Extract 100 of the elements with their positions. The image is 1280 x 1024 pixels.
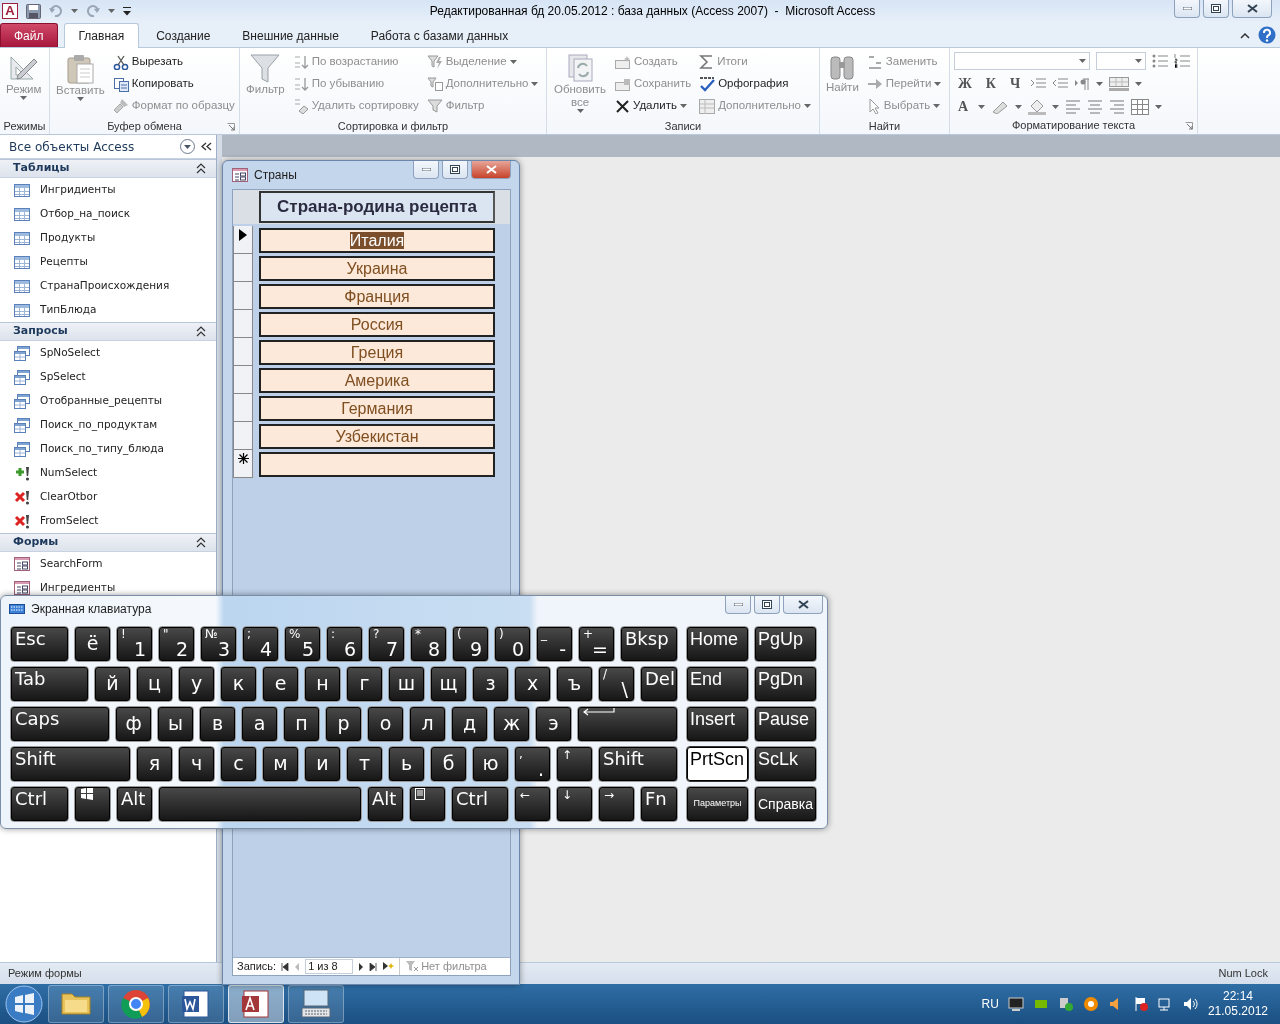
restore-button[interactable] [1203, 0, 1229, 18]
taskbar-app-button[interactable] [108, 985, 164, 1023]
key[interactable]: Tab [10, 666, 89, 702]
text-field[interactable] [259, 451, 495, 477]
key[interactable]: ь [388, 746, 425, 782]
text-field[interactable]: Франция [259, 283, 495, 309]
nav-item[interactable]: Поиск_по_продуктам [0, 413, 216, 437]
key[interactable]: Справка [754, 786, 817, 822]
nav-item[interactable]: FromSelect [0, 509, 216, 533]
fill-bucket-icon[interactable] [1028, 99, 1047, 115]
gridlines-icon[interactable] [1109, 77, 1130, 91]
double-chevron-up-icon[interactable] [196, 326, 206, 337]
key[interactable]: → [598, 786, 635, 822]
ribbon-tab[interactable]: Создание [141, 23, 226, 47]
indent-increase-icon[interactable] [1030, 78, 1047, 90]
nav-item[interactable]: SpNoSelect [0, 341, 216, 365]
key[interactable]: _ - [536, 626, 573, 662]
text-field[interactable]: Украина [259, 255, 495, 281]
close-button[interactable] [783, 596, 823, 614]
key[interactable]: у [178, 666, 215, 702]
clock-date[interactable]: 21.05.2012 [1207, 1004, 1268, 1019]
paragraph-direction-icon[interactable] [1074, 78, 1091, 90]
key[interactable]: Bksp [620, 626, 678, 662]
font-name-field[interactable] [954, 52, 1090, 70]
key[interactable]: Fn [640, 786, 678, 822]
menu-key[interactable] [409, 786, 446, 822]
key[interactable]: г [346, 666, 383, 702]
file-tab[interactable]: Файл [0, 23, 58, 47]
key[interactable]: й [94, 666, 131, 702]
enter-key[interactable] [577, 706, 678, 742]
restore-button[interactable] [442, 161, 468, 179]
new-record-nav-icon[interactable] [382, 962, 395, 971]
start-orb-icon[interactable] [4, 985, 44, 1023]
key[interactable]: ( 9 [452, 626, 489, 662]
display-icon[interactable] [1007, 996, 1024, 1012]
key[interactable]: PgUp [754, 626, 817, 662]
key[interactable]: End [686, 666, 749, 702]
key[interactable]: ↓ [556, 786, 593, 822]
key[interactable]: с [220, 746, 257, 782]
nav-item[interactable]: NumSelect [0, 461, 216, 485]
key[interactable]: ъ [556, 666, 593, 702]
key[interactable]: е [262, 666, 299, 702]
key[interactable]: + = [578, 626, 615, 662]
nav-item[interactable]: SpSelect [0, 365, 216, 389]
text-field[interactable]: Греция [259, 339, 495, 365]
key[interactable]: м [262, 746, 299, 782]
dialog-launcher-icon[interactable] [1185, 122, 1193, 130]
key[interactable]: и [304, 746, 341, 782]
command-button[interactable]: Копировать [110, 73, 237, 95]
key[interactable]: Insert [686, 706, 749, 742]
key[interactable]: х [514, 666, 551, 702]
key[interactable]: " 2 [158, 626, 195, 662]
format-letter-button[interactable]: Ч [1006, 75, 1025, 93]
key[interactable]: ) 0 [494, 626, 531, 662]
indent-decrease-icon[interactable] [1052, 78, 1069, 90]
dialog-launcher-icon[interactable] [227, 123, 235, 131]
help-icon[interactable] [1258, 26, 1276, 44]
key[interactable]: п [283, 706, 320, 742]
double-chevron-up-icon[interactable] [196, 537, 206, 548]
nav-item[interactable]: Продукты [0, 226, 216, 250]
command-button[interactable]: Орфография [697, 73, 813, 95]
key[interactable]: Alt [367, 786, 404, 822]
nav-item[interactable]: Поиск_по_типу_блюда [0, 437, 216, 461]
key[interactable]: я [136, 746, 173, 782]
taskbar-app-button[interactable] [168, 985, 224, 1023]
nav-item[interactable]: СтранаПроисхождения [0, 274, 216, 298]
ribbon-tab[interactable]: Работа с базами данных [355, 23, 524, 47]
record-number-field[interactable]: 1 из 8 [305, 959, 354, 974]
clock-time[interactable]: 22:14 [1207, 989, 1268, 1004]
key[interactable]: ж [493, 706, 530, 742]
key[interactable]: PgDn [754, 666, 817, 702]
collapse-pane-icon[interactable] [201, 142, 212, 151]
key[interactable]: н [304, 666, 341, 702]
font-color-button[interactable]: A [954, 98, 973, 116]
key[interactable]: № 3 [200, 626, 237, 662]
key[interactable]: % 5 [284, 626, 321, 662]
record-selector[interactable] [233, 226, 253, 254]
nav-item[interactable]: Ингридиенты [0, 178, 216, 202]
flag-x-icon[interactable] [1132, 996, 1149, 1012]
windows-key[interactable] [74, 786, 111, 822]
key[interactable]: д [451, 706, 488, 742]
nav-item[interactable]: Рецепты [0, 250, 216, 274]
bullet-list-icon[interactable] [1152, 54, 1168, 68]
next-record-icon[interactable] [358, 962, 365, 971]
command-button[interactable]: Вырезать [110, 51, 237, 73]
section-header[interactable]: Таблицы [0, 159, 216, 178]
highlight-icon[interactable] [991, 100, 1010, 114]
key[interactable]: ф [115, 706, 152, 742]
key[interactable]: Параметры [686, 786, 749, 822]
text-field[interactable]: Узбекистан [259, 423, 495, 449]
key[interactable]: Ctrl [10, 786, 69, 822]
close-button[interactable] [471, 161, 511, 179]
space-key[interactable] [158, 786, 362, 822]
key[interactable]: ю [472, 746, 509, 782]
text-field[interactable]: Америка [259, 367, 495, 393]
double-chevron-up-icon[interactable] [196, 163, 206, 174]
key[interactable]: ; 4 [242, 626, 279, 662]
key[interactable]: ы [157, 706, 194, 742]
numbered-list-icon[interactable] [1174, 54, 1190, 68]
key[interactable]: ← [514, 786, 551, 822]
